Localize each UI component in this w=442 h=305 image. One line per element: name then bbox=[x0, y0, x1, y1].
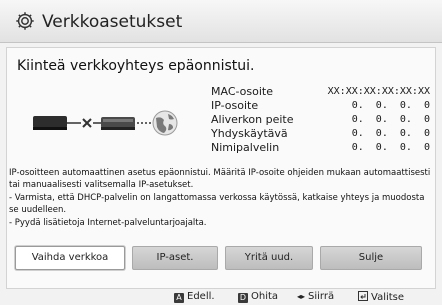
info-row-gateway: Yhdyskäytävä 0. 0. 0. 0 bbox=[211, 127, 435, 141]
error-panel: Kiinteä verkkoyhteys epäonnistui. MAC-os… bbox=[6, 47, 436, 289]
retry-button[interactable]: Yritä uud. bbox=[225, 246, 313, 270]
network-info: MAC-osoite XX:XX:XX:XX:XX:XX IP-osoite 0… bbox=[211, 85, 435, 155]
a-key-icon: A bbox=[174, 293, 184, 303]
hint-label: Edell. bbox=[187, 291, 215, 302]
page-title: Verkkoasetukset bbox=[42, 12, 183, 32]
message-line: - Varmista, että DHCP-palvelin on langat… bbox=[9, 193, 425, 215]
info-label: Nimipalvelin bbox=[211, 141, 280, 154]
message-line: - Pyydä lisätietoja Internet-palveluntar… bbox=[9, 218, 207, 228]
internet-globe-icon bbox=[152, 110, 178, 136]
return-icon bbox=[358, 291, 368, 301]
hint-label: Valitse bbox=[371, 292, 405, 303]
hint-label: Siirrä bbox=[308, 291, 335, 302]
info-label: MAC-osoite bbox=[211, 85, 274, 98]
ip-settings-button[interactable]: IP-aset. bbox=[132, 246, 218, 270]
button-row: Vaihda verkkoa IP-aset. Yritä uud. Sulje bbox=[15, 246, 427, 272]
info-row-dns: Nimipalvelin 0. 0. 0. 0 bbox=[211, 141, 435, 155]
network-settings-screen: Verkkoasetukset Kiinteä verkkoyhteys epä… bbox=[0, 0, 442, 305]
arrows-left-right-icon: ◂▸ bbox=[297, 292, 306, 301]
footer-hints: A Edell. D Ohita ◂▸ Siirrä Valitse bbox=[0, 288, 442, 305]
hint-move[interactable]: ◂▸ Siirrä bbox=[297, 291, 334, 302]
info-row-ip: IP-osoite 0. 0. 0. 0 bbox=[211, 99, 435, 113]
hint-label: Ohita bbox=[251, 291, 279, 302]
info-row-mac: MAC-osoite XX:XX:XX:XX:XX:XX bbox=[211, 85, 435, 99]
player-device-icon bbox=[33, 116, 67, 130]
hint-previous[interactable]: A Edell. bbox=[174, 291, 215, 303]
change-network-button[interactable]: Vaihda verkkoa bbox=[15, 246, 125, 270]
router-icon bbox=[101, 117, 135, 130]
gear-icon bbox=[16, 12, 34, 30]
hint-skip[interactable]: D Ohita bbox=[238, 291, 278, 303]
info-label: Yhdyskäytävä bbox=[211, 127, 288, 140]
info-label: Aliverkon peite bbox=[211, 113, 294, 126]
info-value: 0. 0. 0. 0 bbox=[351, 114, 430, 125]
network-diagram bbox=[33, 110, 178, 136]
info-value: 0. 0. 0. 0 bbox=[351, 128, 430, 139]
message-line: IP-osoitteen automaattinen asetus epäonn… bbox=[9, 168, 431, 190]
info-value: XX:XX:XX:XX:XX:XX bbox=[327, 86, 430, 97]
error-message: IP-osoitteen automaattinen asetus epäonn… bbox=[9, 168, 433, 232]
connection-error-icon bbox=[82, 118, 92, 128]
info-label: IP-osoite bbox=[211, 99, 259, 112]
info-value: 0. 0. 0. 0 bbox=[351, 100, 430, 111]
info-row-subnet: Aliverkon peite 0. 0. 0. 0 bbox=[211, 113, 435, 127]
header-bar: Verkkoasetukset bbox=[0, 0, 442, 43]
error-title: Kiinteä verkkoyhteys epäonnistui. bbox=[17, 58, 255, 74]
close-button[interactable]: Sulje bbox=[320, 246, 422, 270]
info-value: 0. 0. 0. 0 bbox=[351, 142, 430, 153]
d-key-icon: D bbox=[238, 293, 248, 303]
hint-select[interactable]: Valitse bbox=[358, 291, 404, 303]
